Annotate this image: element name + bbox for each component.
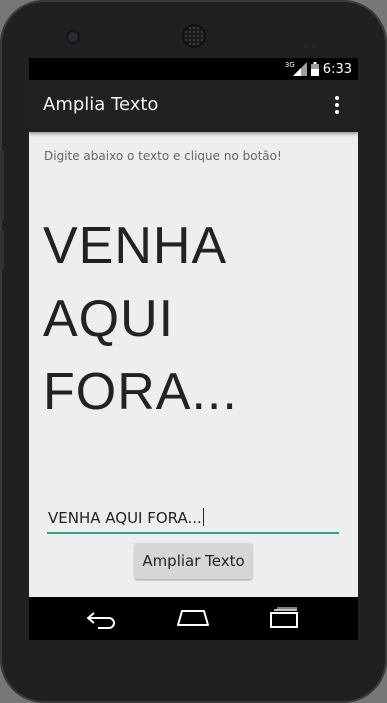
front-camera: [68, 32, 78, 42]
overflow-menu-icon[interactable]: [330, 96, 344, 116]
recents-icon[interactable]: [267, 607, 301, 629]
volume-button: [0, 150, 4, 220]
battery-icon: [310, 62, 319, 76]
ampliar-texto-button[interactable]: Ampliar Texto: [135, 543, 252, 579]
app-title: Amplia Texto: [43, 94, 159, 115]
navigation-bar: [29, 597, 358, 640]
device-screen: 3G 6:33 Amplia Texto Digite abaixo o tex…: [29, 58, 358, 640]
action-bar: Amplia Texto: [29, 80, 358, 132]
text-caret: [202, 508, 204, 526]
sensor-dots: [304, 33, 320, 48]
text-input-value: VENHA AQUI FORA...: [48, 508, 204, 527]
instruction-text: Digite abaixo o texto e clique no botão!: [44, 149, 282, 163]
signal-icon: [292, 62, 307, 76]
back-icon[interactable]: [85, 609, 119, 629]
text-input[interactable]: VENHA AQUI FORA...: [47, 504, 339, 534]
home-icon[interactable]: [175, 607, 211, 629]
enlarged-text-line: VENHA: [43, 217, 228, 275]
status-icons: 3G 6:33: [285, 61, 352, 77]
enlarged-text-line: FORA...: [43, 363, 238, 421]
phone-frame: 3G 6:33 Amplia Texto Digite abaixo o tex…: [0, 0, 387, 703]
network-type-label: 3G: [284, 61, 295, 69]
earpiece-speaker: [184, 26, 204, 46]
enlarged-text: VENHA AQUI FORA...: [43, 210, 343, 429]
main-content: Digite abaixo o texto e clique no botão!…: [29, 132, 358, 597]
enlarged-text-line: AQUI: [43, 290, 175, 348]
status-clock: 6:33: [322, 61, 352, 77]
status-bar: 3G 6:33: [29, 58, 358, 80]
power-button: [0, 230, 4, 270]
